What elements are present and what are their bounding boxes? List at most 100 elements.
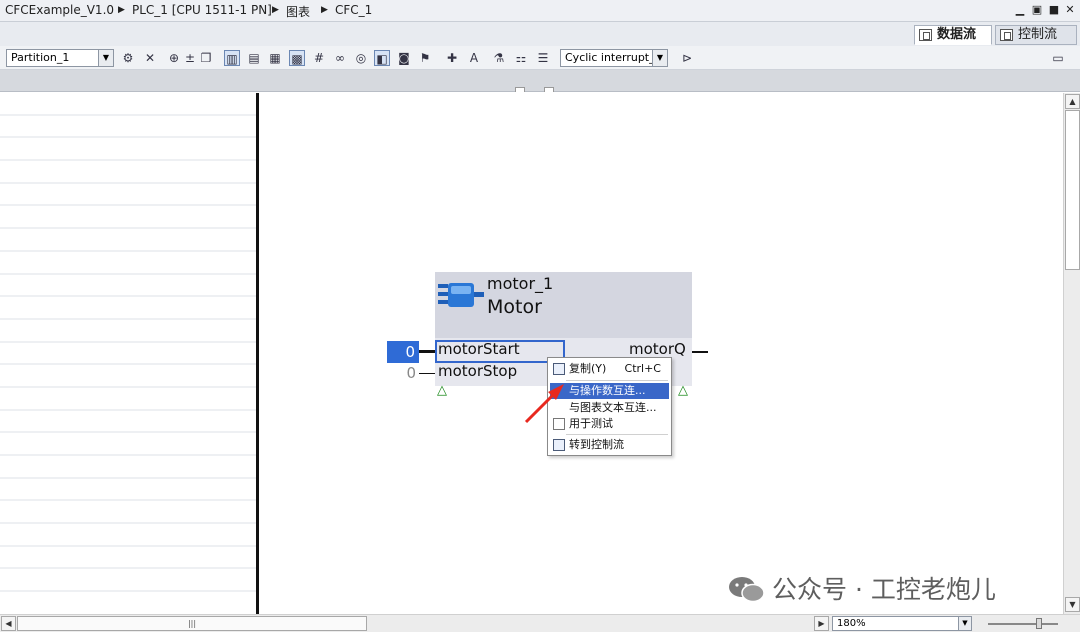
sheet-bar-row — [0, 524, 256, 547]
block-type-name: Motor — [487, 296, 542, 318]
sheet-bar-row — [0, 569, 256, 593]
insert-block-icon[interactable]: ⚙ — [120, 50, 136, 66]
run-sequence-icon[interactable]: ⊳ — [679, 50, 695, 66]
delete-icon[interactable]: ✕ — [142, 50, 158, 66]
tab-dataflow-label: 数据流 — [937, 27, 977, 42]
zoom-in-icon[interactable]: ⊕ — [166, 50, 182, 66]
menu-item-use-for-test-label: 用于测试 — [569, 417, 613, 430]
chevron-down-icon[interactable]: ▼ — [958, 617, 971, 630]
tab-controlflow-label: 控制流 — [1018, 27, 1058, 42]
flag-icon[interactable]: ⚑ — [417, 50, 433, 66]
output-wire-motorq — [692, 351, 708, 353]
input-wire-motorstart — [419, 350, 435, 353]
maximize-icon[interactable]: ■ — [1047, 3, 1061, 17]
partition-select-value: Partition_1 — [11, 51, 70, 64]
tab-controlflow[interactable]: 控制流 — [995, 25, 1077, 45]
zoom-select[interactable]: 180% ▼ — [832, 616, 972, 631]
breadcrumb-item-charts[interactable]: 图表 — [286, 3, 310, 20]
menu-item-copy-shortcut: Ctrl+C — [624, 362, 661, 375]
scroll-down-icon[interactable]: ▼ — [1065, 597, 1080, 612]
tab-dataflow[interactable]: 数据流 — [914, 25, 992, 45]
zoom-options-icon[interactable]: ± — [182, 50, 198, 66]
breadcrumb-item-project[interactable]: CFCExample_V1.0 — [5, 3, 114, 17]
sheet-bar-row — [0, 184, 256, 207]
sheet-bar-row — [0, 252, 256, 275]
menu-item-goto-controlflow[interactable]: 转到控制流 — [550, 437, 669, 453]
controlflow-icon — [553, 439, 565, 451]
scroll-up-icon[interactable]: ▲ — [1065, 94, 1080, 109]
close-icon[interactable]: ✕ — [1063, 3, 1077, 17]
view-mode-1-icon[interactable]: ▥ — [224, 50, 240, 66]
menu-item-copy[interactable]: 复制(Y) Ctrl+C — [550, 361, 669, 377]
sheet-bar-row — [0, 456, 256, 479]
view-mode-3-icon[interactable]: ▦ — [267, 50, 283, 66]
partition-select[interactable]: Partition_1 ▼ — [6, 49, 114, 67]
input-value-motorstop[interactable]: 0 — [396, 363, 416, 383]
input-value-motorstart[interactable]: 0 — [387, 341, 419, 363]
ruler-bar — [0, 70, 1080, 92]
menu-item-interconnect-operand-label: 与操作数互连... — [569, 384, 646, 397]
horizontal-scroll-thumb[interactable]: ||| — [17, 616, 367, 631]
chevron-down-icon[interactable]: ▼ — [98, 50, 113, 66]
breadcrumb-item-cfc[interactable]: CFC_1 — [335, 3, 372, 17]
scroll-right-icon[interactable]: ▶ — [814, 616, 829, 631]
monitor-icon[interactable]: ◙ — [396, 50, 412, 66]
zoom-value: 180% — [837, 618, 866, 629]
sheet-bar-row — [0, 161, 256, 184]
selected-pin-outline — [435, 340, 565, 363]
sheet-bar-row — [0, 229, 256, 252]
sheet-bar-row — [0, 297, 256, 320]
text-tool-icon[interactable]: A — [466, 50, 482, 66]
chevron-right-icon: ▶ — [272, 5, 279, 15]
input-wire-motorstop — [419, 373, 435, 374]
highlight-icon[interactable]: ◧ — [374, 50, 390, 66]
sheet-bar-row — [0, 365, 256, 388]
list-icon[interactable]: ☰ — [535, 50, 551, 66]
copy-icon — [553, 363, 565, 375]
sheet-bar-row — [0, 343, 256, 366]
task-select[interactable]: Cyclic interrupt_5 ▼ — [560, 49, 668, 67]
sheet-bar-row — [0, 275, 256, 298]
ruler-marker[interactable] — [515, 87, 525, 92]
vertical-scroll-thumb[interactable] — [1065, 110, 1080, 270]
restore-icon[interactable]: ▣ — [1030, 3, 1044, 17]
sheet-bar-panel — [0, 93, 256, 614]
input-pin-motorstop[interactable]: motorStop — [438, 362, 517, 380]
ruler-marker[interactable] — [544, 87, 554, 92]
page-view-icon[interactable]: ❐ — [198, 50, 214, 66]
sequence-icon[interactable]: ⚏ — [513, 50, 529, 66]
chevron-right-icon: ▶ — [118, 5, 125, 15]
title-bar: CFCExample_V1.0 ▶ PLC_1 [CPU 1511-1 PN] … — [0, 0, 1080, 22]
output-pin-motorq[interactable]: motorQ — [629, 340, 686, 358]
sheet-bar-row — [0, 320, 256, 343]
menu-item-goto-controlflow-label: 转到控制流 — [569, 438, 624, 451]
chevron-down-icon[interactable]: ▼ — [652, 50, 667, 66]
menu-item-interconnect-text-label: 与图表文本互连... — [569, 401, 657, 414]
editor-toolbar: Partition_1 ▼ ⚙ ✕ ⊕ ± ❐ ▥ ▤ ▦ ▩ # ∞ ◎ ◧ … — [0, 46, 1080, 70]
horizontal-scrollbar[interactable]: ◀ ||| ▶ 180% ▼ — [0, 614, 1080, 632]
compile-icon[interactable]: ⚗ — [491, 50, 507, 66]
triangle-marker-icon: △ — [678, 383, 688, 398]
annotation-arrow-icon — [524, 384, 564, 424]
link-icon[interactable]: ∞ — [332, 50, 348, 66]
connector-icon[interactable]: ◎ — [353, 50, 369, 66]
new-chart-icon[interactable]: ✚ — [444, 50, 460, 66]
sheet-bar-row — [0, 93, 256, 116]
vertical-scrollbar[interactable]: ▲ ▼ — [1063, 93, 1080, 614]
chevron-right-icon: ▶ — [321, 5, 328, 15]
function-block-icon — [438, 283, 484, 307]
scroll-left-icon[interactable]: ◀ — [1, 616, 16, 631]
grid-icon[interactable]: # — [311, 50, 327, 66]
block-header[interactable]: motor_1 Motor — [435, 272, 692, 338]
breadcrumb-item-plc[interactable]: PLC_1 [CPU 1511-1 PN] — [132, 3, 272, 17]
zoom-slider-handle[interactable] — [1036, 618, 1042, 629]
zoom-slider-track[interactable] — [988, 623, 1058, 625]
sheet-bar-row — [0, 138, 256, 162]
sheet-bar-row — [0, 116, 256, 139]
view-mode-4-icon[interactable]: ▩ — [289, 50, 305, 66]
panel-toggle-icon[interactable]: ▭ — [1050, 50, 1066, 66]
block-instance-name: motor_1 — [487, 274, 554, 293]
menu-divider — [566, 434, 668, 435]
view-mode-2-icon[interactable]: ▤ — [246, 50, 262, 66]
minimize-icon[interactable]: ▁ — [1013, 3, 1027, 17]
